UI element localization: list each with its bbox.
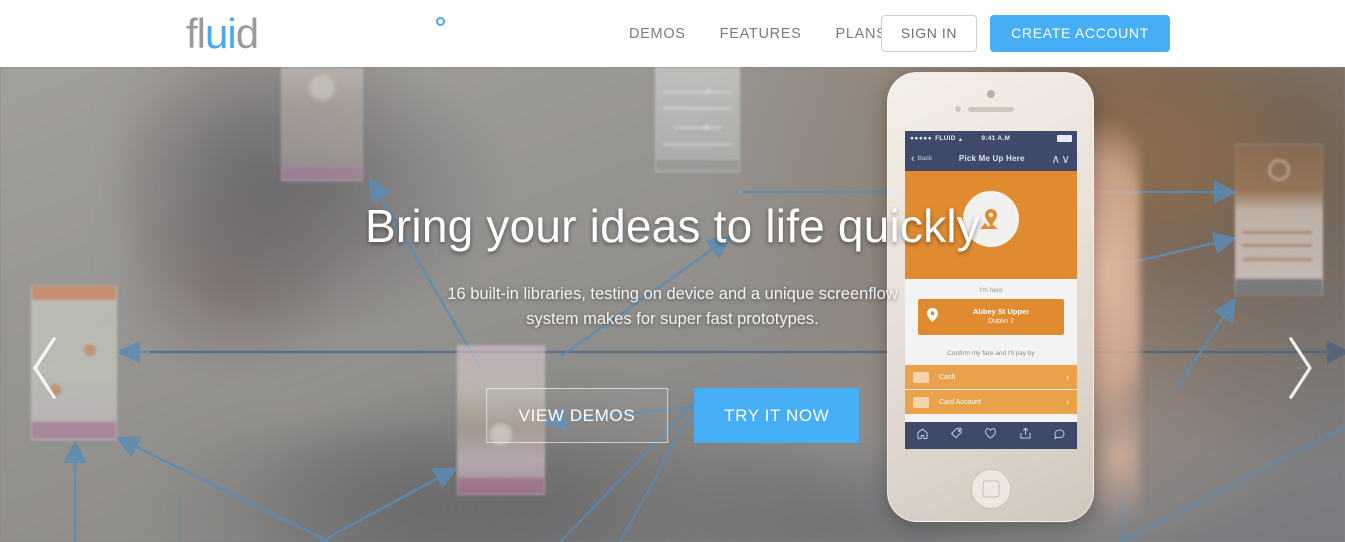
nav-demos[interactable]: DEMOS xyxy=(612,18,703,50)
hero-section: ●●●●● FLUID ▴ 9:41 A.M ‹ Back Pick Me Up… xyxy=(0,67,1345,542)
main-navigation: DEMOS FEATURES PLANS xyxy=(612,0,904,67)
site-header: fluid DEMOS FEATURES PLANS SIGN IN CREAT… xyxy=(0,0,1345,67)
logo-text-part-1: fl xyxy=(186,10,206,57)
try-it-now-button[interactable]: TRY IT NOW xyxy=(694,388,860,443)
header-actions: SIGN IN CREATE ACCOUNT xyxy=(880,15,1170,52)
page-title: Bring your ideas to life quickly xyxy=(365,200,980,252)
view-demos-button[interactable]: VIEW DEMOS xyxy=(485,388,669,443)
sign-in-button[interactable]: SIGN IN xyxy=(880,15,978,52)
create-account-button[interactable]: CREATE ACCOUNT xyxy=(990,15,1170,52)
logo-text-part-2: ui xyxy=(205,10,237,57)
carousel-prev-button[interactable] xyxy=(26,333,66,403)
hero-cta-group: VIEW DEMOS TRY IT NOW xyxy=(485,388,860,443)
chevron-left-icon xyxy=(33,336,57,400)
carousel-next-button[interactable] xyxy=(1279,333,1319,403)
hero-subtitle: 16 built-in libraries, testing on device… xyxy=(447,285,898,328)
hero-content: Bring your ideas to life quickly 16 buil… xyxy=(0,67,1345,542)
chevron-right-icon xyxy=(1288,336,1312,400)
brand-logo[interactable]: fluid xyxy=(186,10,445,57)
circle-dot-icon xyxy=(436,17,445,26)
nav-features[interactable]: FEATURES xyxy=(703,18,819,50)
logo-text-part-3: d xyxy=(235,10,259,57)
